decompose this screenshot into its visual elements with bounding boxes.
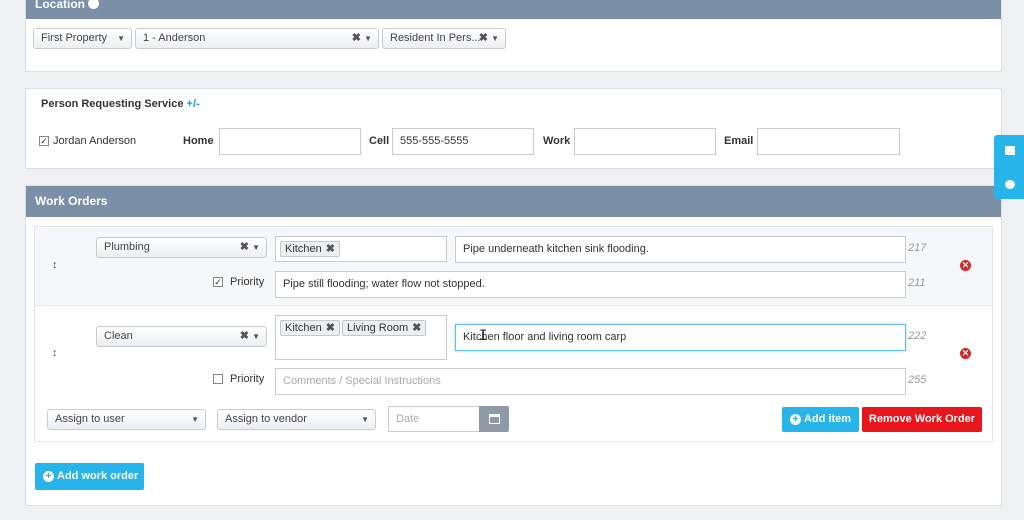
remove-item-icon[interactable]: ✕ xyxy=(960,348,971,359)
comment-input[interactable]: Comments / Special Instructions xyxy=(275,368,906,395)
tag-label: Kitchen xyxy=(285,322,322,334)
add-item-label: Add item xyxy=(804,413,852,425)
description-char-count: 222 xyxy=(908,330,927,342)
work-label: Work xyxy=(543,135,571,147)
chevron-down-icon: ▼ xyxy=(117,34,125,43)
tag-label: Living Room xyxy=(347,322,409,334)
tag-label: Kitchen xyxy=(285,243,322,255)
tag-chip: Living Room ✖ xyxy=(342,320,427,336)
category-value: Plumbing xyxy=(104,241,150,253)
chevron-down-icon: ▼ xyxy=(361,415,369,424)
work-order-item: ↕ Clean ✖ ▼ Kitchen ✖ Living Room ✖ Kitche… xyxy=(35,305,992,400)
chevron-down-icon: ▼ xyxy=(364,34,372,43)
add-work-order-button[interactable]: + Add work order xyxy=(35,463,144,490)
drag-handle-icon[interactable]: ↕ xyxy=(52,347,58,359)
info-icon[interactable] xyxy=(88,0,99,9)
remove-tag-icon[interactable]: ✖ xyxy=(326,322,335,334)
work-order-item: ↕ Plumbing ✖ ▼ Kitchen ✖ Pipe underneath … xyxy=(35,227,992,305)
assign-vendor-select[interactable]: Assign to vendor ▼ xyxy=(217,409,376,430)
remove-tag-icon[interactable]: ✖ xyxy=(412,322,421,334)
add-work-order-label: Add work order xyxy=(57,470,139,482)
work-order-items: ↕ Plumbing ✖ ▼ Kitchen ✖ Pipe underneath … xyxy=(34,226,993,442)
property-select[interactable]: First Property ▼ xyxy=(33,28,132,49)
remove-tag-icon[interactable]: ✖ xyxy=(326,243,335,255)
plus-circle-icon: + xyxy=(43,471,54,482)
tag-chip: Kitchen ✖ xyxy=(280,320,340,336)
plus-circle-icon: + xyxy=(790,414,801,425)
description-input[interactable]: Pipe underneath kitchen sink flooding. xyxy=(455,236,906,263)
person-title: Person Requesting Service +/- xyxy=(41,98,200,110)
assign-vendor-value: Assign to vendor xyxy=(225,413,307,425)
comment-char-count: 211 xyxy=(908,277,926,289)
resident-value: Resident In Pers... xyxy=(390,32,481,44)
calendar-button[interactable] xyxy=(479,406,509,432)
remove-item-icon[interactable]: ✕ xyxy=(960,260,971,271)
description-input[interactable]: Kitchen floor and living room carp xyxy=(455,324,906,351)
priority-label: Priority xyxy=(230,373,265,385)
cell-phone-input[interactable]: 555-555-5555 xyxy=(392,128,534,155)
chevron-down-icon: ▼ xyxy=(491,34,499,43)
toggle-link[interactable]: +/- xyxy=(187,98,200,110)
location-panel: Location First Property ▼ 1 - Anderson ✖… xyxy=(25,0,1002,72)
email-label: Email xyxy=(724,135,754,147)
comment-char-count: 255 xyxy=(908,374,927,386)
drag-handle-icon[interactable]: ↕ xyxy=(52,259,58,271)
chat-icon[interactable] xyxy=(1005,180,1015,189)
work-phone-input[interactable] xyxy=(574,128,716,155)
resident-select[interactable]: Resident In Pers... ✖ ▼ xyxy=(382,28,506,49)
priority-checkbox[interactable] xyxy=(213,374,223,384)
chevron-down-icon: ▼ xyxy=(252,332,260,341)
person-panel: Person Requesting Service +/- ✓ Jordan A… xyxy=(25,88,1002,169)
unit-select[interactable]: 1 - Anderson ✖ ▼ xyxy=(135,28,379,49)
clear-icon[interactable]: ✖ xyxy=(240,238,249,257)
tag-chip: Kitchen ✖ xyxy=(280,241,340,257)
work-orders-header: Work Orders xyxy=(26,186,1001,217)
person-name: Jordan Anderson xyxy=(53,135,137,147)
chevron-down-icon: ▼ xyxy=(252,243,260,252)
comment-input[interactable]: Pipe still flooding; water flow not stop… xyxy=(275,271,906,298)
location-header: Location xyxy=(26,0,1001,19)
chevron-down-icon: ▼ xyxy=(191,415,199,424)
calendar-icon xyxy=(489,414,500,424)
location-tags-input[interactable]: Kitchen ✖ xyxy=(275,236,447,262)
clear-icon[interactable]: ✖ xyxy=(479,29,488,48)
email-input[interactable] xyxy=(757,128,900,155)
category-select[interactable]: Plumbing ✖ ▼ xyxy=(96,237,267,258)
remove-work-order-button[interactable]: Remove Work Order xyxy=(862,407,982,432)
assign-user-value: Assign to user xyxy=(55,413,125,425)
location-title: Location xyxy=(35,0,85,11)
priority-checkbox[interactable]: ✓ xyxy=(213,277,223,287)
add-item-button[interactable]: + Add item xyxy=(782,407,859,432)
book-icon[interactable] xyxy=(1005,146,1015,155)
text-cursor-icon: I xyxy=(479,328,488,344)
assign-user-select[interactable]: Assign to user ▼ xyxy=(47,409,206,430)
home-label: Home xyxy=(183,135,214,147)
unit-value: 1 - Anderson xyxy=(143,32,206,44)
work-orders-panel: Work Orders ↕ Plumbing ✖ ▼ Kitchen ✖ Pipe… xyxy=(25,185,1002,506)
priority-label: Priority xyxy=(230,276,265,288)
person-title-text: Person Requesting Service xyxy=(41,98,184,110)
property-value: First Property xyxy=(41,32,108,44)
category-value: Clean xyxy=(104,330,133,342)
clear-icon[interactable]: ✖ xyxy=(352,29,361,48)
clear-icon[interactable]: ✖ xyxy=(240,327,249,346)
person-checkbox[interactable]: ✓ xyxy=(39,136,49,146)
home-phone-input[interactable] xyxy=(219,128,361,155)
description-char-count: 217 xyxy=(908,242,927,254)
location-tags-input[interactable]: Kitchen ✖ Living Room ✖ xyxy=(275,315,447,360)
category-select[interactable]: Clean ✖ ▼ xyxy=(96,326,267,347)
date-input[interactable]: Date xyxy=(388,406,480,432)
side-tabs xyxy=(994,135,1024,199)
cell-label: Cell xyxy=(369,135,390,147)
